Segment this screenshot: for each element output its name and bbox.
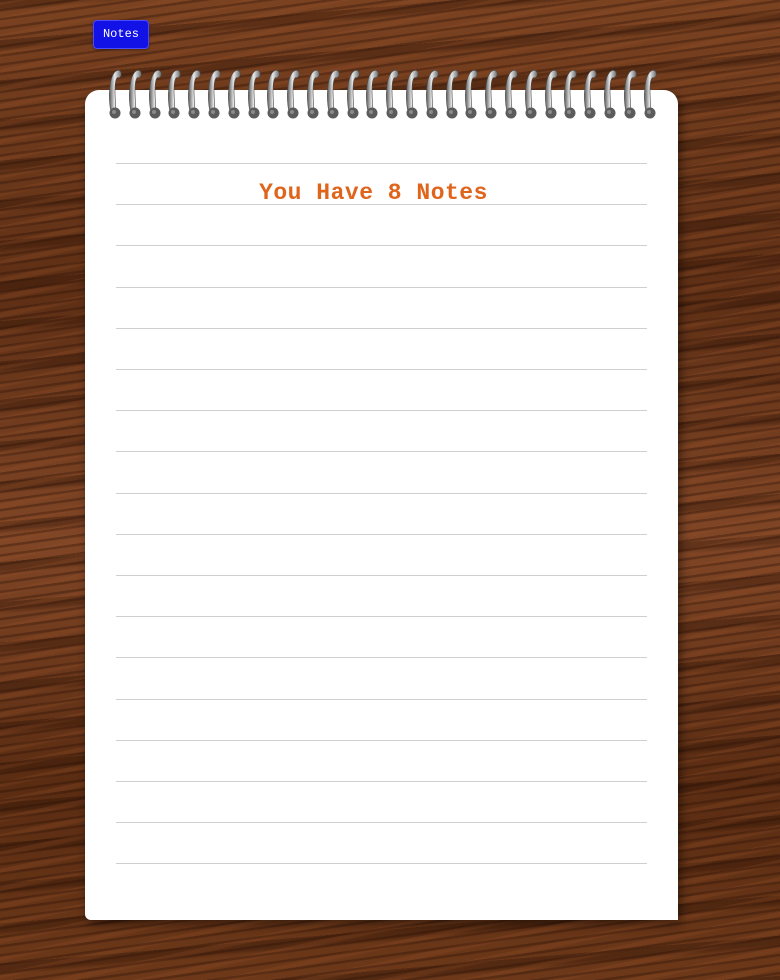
rule-line [116,616,647,618]
rule-line [116,163,647,164]
spiral-ring [386,70,399,119]
spiral-ring [109,70,122,119]
spiral-ring [485,70,498,119]
spiral-ring [208,70,221,119]
spiral-ring [465,70,478,119]
rule-line [116,863,647,865]
rule-line [116,822,647,824]
spiral-ring [326,70,340,119]
spiral-ring [623,70,637,119]
rule-line [116,657,647,659]
spiral-ring [564,70,577,119]
spiral-ring [168,70,181,119]
rule-line [116,451,647,453]
spiral-ring [267,70,280,119]
spiral-binding-icon [107,68,667,124]
spiral-ring [188,70,201,119]
spiral-ring [366,70,379,119]
notes-count-heading: You Have 8 Notes [259,180,488,206]
rule-line [116,698,647,700]
spiral-ring [148,70,162,119]
spiral-ring [505,70,518,119]
spiral-ring [346,70,360,119]
rule-line [116,245,647,247]
rule-line [116,533,647,535]
spiral-ring [604,70,617,119]
spiral-ring [544,70,558,119]
rule-line [116,369,647,370]
spiral-ring [406,70,419,119]
spiral-ring [425,70,439,119]
notepad: You Have 8 Notes [85,90,678,920]
spiral-ring [584,70,597,119]
spiral-ring [287,70,300,119]
rule-line [116,575,647,576]
rule-line [116,410,647,412]
spiral-ring [227,70,241,119]
spiral-ring [643,70,657,119]
rule-line [116,492,647,494]
rule-line [116,781,647,782]
spiral-ring [128,70,142,119]
spiral-ring [247,70,261,119]
rule-line [116,286,647,288]
spiral-ring [445,70,459,119]
spiral-ring [307,70,320,119]
notes-button[interactable]: Notes [93,20,149,49]
rule-line [116,739,647,741]
spiral-ring [524,70,538,119]
rule-line [116,327,647,329]
